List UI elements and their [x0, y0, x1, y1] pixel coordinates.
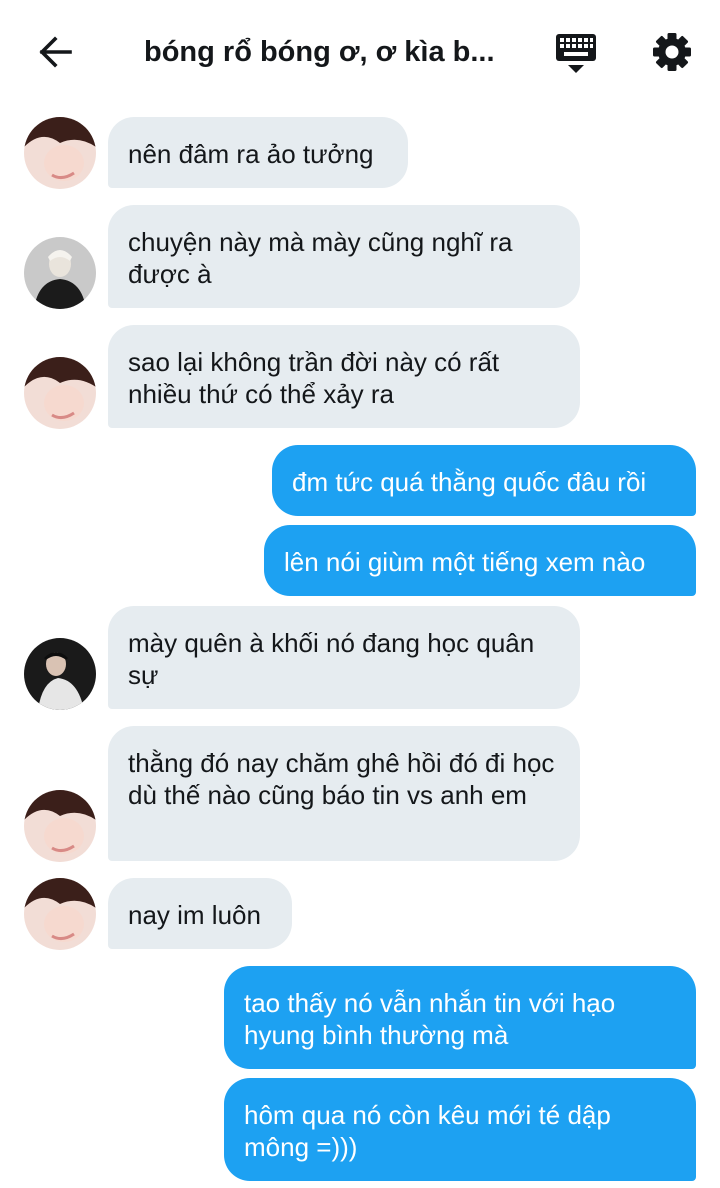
avatar[interactable]: [24, 237, 96, 309]
avatar[interactable]: [24, 790, 96, 862]
message-bubble[interactable]: lên nói giùm một tiếng xem nào: [264, 525, 696, 596]
message-bubble[interactable]: hôm qua nó còn kêu mới té dập mông =))): [224, 1078, 696, 1181]
message-bubble[interactable]: tao thấy nó vẫn nhắn tin với hạo hyung b…: [224, 966, 696, 1069]
message-bubble[interactable]: mày quên à khối nó đang học quân sự: [108, 606, 580, 709]
avatar[interactable]: [24, 117, 96, 189]
message-bubble[interactable]: chuyện này mà mày cũng nghĩ ra được à: [108, 205, 580, 308]
message-bubble[interactable]: nên đâm ra ảo tưởng: [108, 117, 408, 188]
avatar[interactable]: [24, 878, 96, 950]
message-bubble[interactable]: sao lại không trần đời này có rất nhiều …: [108, 325, 580, 428]
avatar[interactable]: [24, 357, 96, 429]
message-bubble[interactable]: thằng đó nay chăm ghê hồi đó đi học dù t…: [108, 726, 580, 861]
message-bubble[interactable]: nay im luôn: [108, 878, 292, 949]
message-list[interactable]: nên đâm ra ảo tưởng chuyện này mà mày cũ…: [0, 0, 720, 1188]
avatar[interactable]: [24, 638, 96, 710]
message-bubble[interactable]: đm tức quá thằng quốc đâu rồi: [272, 445, 696, 516]
